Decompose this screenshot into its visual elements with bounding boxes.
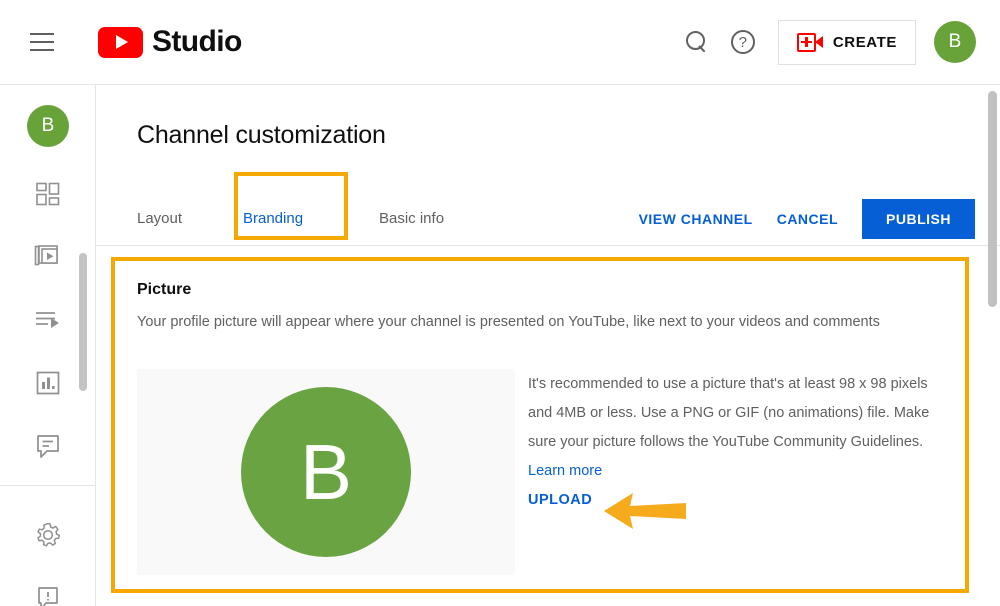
comments-bubble-icon (36, 435, 59, 458)
picture-card-description: Your profile picture will appear where y… (137, 314, 880, 330)
hamburger-bar (30, 41, 54, 43)
hamburger-bar (30, 33, 54, 35)
sidebar-scrollbar-thumb[interactable] (79, 253, 87, 391)
learn-more-link[interactable]: Learn more (528, 463, 602, 479)
camera-lens (814, 35, 823, 48)
search-icon (685, 31, 708, 53)
studio-brand[interactable]: Studio (98, 25, 242, 59)
help-button[interactable]: ? (720, 19, 766, 65)
view-channel-button[interactable]: VIEW CHANNEL (627, 201, 765, 237)
tab-bar-actions: VIEW CHANNEL CANCEL PUBLISH (627, 199, 975, 239)
tab-branding[interactable]: Branding (243, 190, 303, 246)
picture-card: Picture Your profile picture will appear… (116, 265, 978, 605)
video-content-icon (34, 245, 58, 266)
main-content: Channel customization Layout Branding Ba… (96, 85, 1000, 606)
profile-picture-preview: B (137, 369, 515, 575)
upload-button[interactable]: UPLOAD (528, 492, 592, 508)
top-header: Studio ? CREATE B (0, 0, 1000, 85)
play-triangle (116, 35, 128, 49)
sidebar-item-settings[interactable] (0, 505, 95, 565)
picture-card-title: Picture (137, 281, 192, 298)
page-title: Channel customization (137, 121, 386, 149)
profile-avatar: B (241, 387, 411, 557)
help-icon: ? (730, 30, 755, 54)
hamburger-bar (30, 49, 54, 51)
dashboard-icon (35, 182, 59, 206)
youtube-studio-window: Studio ? CREATE B B Channel customizatio… (0, 0, 1000, 606)
create-button[interactable]: CREATE (777, 19, 916, 65)
sidebar-item-dashboard[interactable] (0, 164, 95, 224)
tab-layout[interactable]: Layout (137, 190, 182, 246)
main-scrollbar-thumb[interactable] (988, 91, 997, 307)
send-feedback-icon (37, 587, 58, 606)
hamburger-menu-icon[interactable] (30, 33, 54, 51)
tab-bar: Layout Branding Basic info VIEW CHANNEL … (96, 190, 1000, 246)
tab-basic-info[interactable]: Basic info (379, 190, 444, 246)
playlists-icon (35, 312, 59, 328)
sidebar-channel-avatar[interactable]: B (27, 105, 69, 147)
picture-recommendation-text: It's recommended to use a picture that's… (528, 370, 948, 486)
plus-vertical (805, 37, 808, 47)
youtube-logo-icon (98, 26, 143, 58)
header-actions: ? CREATE B (674, 19, 976, 65)
publish-button[interactable]: PUBLISH (862, 199, 975, 239)
account-avatar[interactable]: B (934, 21, 976, 63)
search-button[interactable] (674, 19, 720, 65)
recommendation-body: It's recommended to use a picture that's… (528, 376, 930, 450)
gear-icon (36, 522, 60, 547)
sidebar-item-feedback[interactable] (0, 568, 95, 606)
sidebar-item-comments[interactable] (0, 416, 95, 476)
create-video-icon (796, 32, 823, 52)
sidebar-divider (0, 485, 95, 486)
left-sidebar: B (0, 85, 96, 606)
create-button-label: CREATE (832, 33, 897, 51)
annotation-arrow-icon (604, 493, 686, 529)
brand-name: Studio (152, 25, 242, 58)
analytics-bar-chart-icon (36, 371, 59, 395)
cancel-button[interactable]: CANCEL (765, 201, 850, 237)
